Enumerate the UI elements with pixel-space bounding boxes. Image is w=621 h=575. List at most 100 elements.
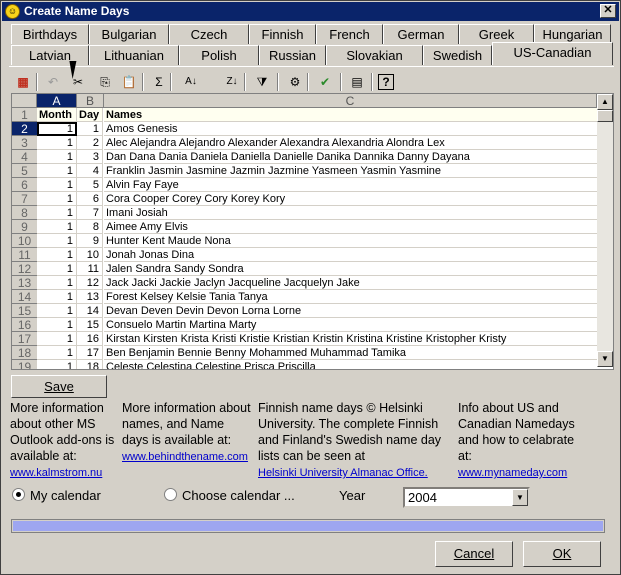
cell-names[interactable]: Imani Josiah [104,206,597,220]
row-number[interactable]: 7 [12,192,37,206]
spreadsheet-grid[interactable]: A B C 1 Month Day Names 2 1 1 Amos Genesis 3… [11,93,614,370]
column-header-c[interactable]: C [104,94,597,108]
tab-russian[interactable]: Russian [259,45,326,65]
tab-greek[interactable]: Greek [459,24,534,44]
radio-selected-icon[interactable] [12,488,25,501]
cell-names[interactable]: Devan Deven Devin Devon Lorna Lorne [104,304,597,318]
cell-day[interactable]: 18 [77,360,103,369]
tab-us-canadian[interactable]: US-Canadian [492,42,613,65]
kalmstrom-link[interactable]: www.kalmstrom.nu [10,467,102,479]
cell-day[interactable]: 17 [77,346,103,360]
cell-month[interactable]: 1 [37,248,77,262]
row-number[interactable]: 12 [12,262,37,276]
header-month[interactable]: Month [37,108,77,122]
cell-day[interactable]: 13 [77,290,103,304]
tab-french[interactable]: French [316,24,383,44]
cell-month[interactable]: 1 [37,150,77,164]
row-number[interactable]: 14 [12,290,37,304]
cell-names[interactable]: Dan Dana Dania Daniela Daniella Danielle… [104,150,597,164]
cell-day[interactable]: 3 [77,150,103,164]
cell-month[interactable]: 1 [37,206,77,220]
cell-day[interactable]: 11 [77,262,103,276]
row-number[interactable]: 13 [12,276,37,290]
row-number[interactable]: 4 [12,150,37,164]
radio-unselected-icon[interactable] [164,488,177,501]
row-number[interactable]: 19 [12,360,37,369]
cell-names[interactable]: Jalen Sandra Sandy Sondra [104,262,597,276]
cell-names[interactable]: Cora Cooper Corey Cory Korey Kory [104,192,597,206]
office-icon[interactable]: ▦ [13,72,33,92]
cell-month[interactable]: 1 [37,164,77,178]
tab-slovakian[interactable]: Slovakian [326,45,423,65]
cell-month[interactable]: 1 [37,290,77,304]
close-button[interactable]: ✕ [600,4,616,18]
row-number[interactable]: 1 [12,108,37,122]
cell-names[interactable]: Kirstan Kirsten Krista Kristi Kristie Kr… [104,332,597,346]
cell-day[interactable]: 9 [77,234,103,248]
scroll-down-icon[interactable]: ▼ [597,351,613,367]
cell-month[interactable]: 1 [37,318,77,332]
check-icon[interactable]: ✔ [315,72,335,92]
behindthename-link[interactable]: www.behindthename.com [122,451,248,463]
cell-day[interactable]: 2 [77,136,103,150]
sort-ascending-icon[interactable]: A↓ [177,72,205,92]
tab-latvian[interactable]: Latvian [11,45,89,65]
cell-day[interactable]: 6 [77,192,103,206]
title-bar[interactable]: ☺ Create Name Days ✕ [2,2,619,21]
row-number[interactable]: 18 [12,346,37,360]
cell-month[interactable]: 1 [37,192,77,206]
cell-names[interactable]: Amos Genesis [104,122,597,136]
cell-day[interactable]: 14 [77,304,103,318]
row-number[interactable]: 17 [12,332,37,346]
row-number[interactable]: 15 [12,304,37,318]
export-icon[interactable]: ▤ [347,72,367,92]
cell-month[interactable]: 1 [37,360,77,369]
properties-icon[interactable]: ⚙ [285,72,305,92]
cell-day[interactable]: 15 [77,318,103,332]
copy-icon[interactable]: ⎘ [95,72,115,92]
row-number[interactable]: 3 [12,136,37,150]
vertical-scrollbar[interactable]: ▲ ▼ [597,94,613,367]
sort-descending-icon[interactable]: Z↓ [218,72,246,92]
ok-button[interactable]: OK [523,541,601,567]
tab-birthdays[interactable]: Birthdays [11,24,89,44]
tab-czech[interactable]: Czech [169,24,249,44]
cell-day[interactable]: 12 [77,276,103,290]
header-names[interactable]: Names [104,108,597,122]
cell-day[interactable]: 8 [77,220,103,234]
row-number[interactable]: 16 [12,318,37,332]
cell-month[interactable]: 1 [37,136,77,150]
row-number[interactable]: 10 [12,234,37,248]
cell-names[interactable]: Alec Alejandra Alejandro Alexander Alexa… [104,136,597,150]
row-number[interactable]: 9 [12,220,37,234]
year-select[interactable]: 2004 ▼ [403,487,530,508]
header-day[interactable]: Day [77,108,103,122]
tab-lithuanian[interactable]: Lithuanian [89,45,179,65]
cell-month[interactable]: 1 [37,346,77,360]
autosum-icon[interactable]: Σ [149,72,169,92]
scroll-thumb[interactable] [597,110,613,122]
row-number[interactable]: 11 [12,248,37,262]
row-number[interactable]: 2 [12,122,37,136]
cell-day[interactable]: 1 [77,122,103,136]
tab-bulgarian[interactable]: Bulgarian [89,24,169,44]
cell-names[interactable]: Consuelo Martin Martina Marty [104,318,597,332]
cell-month[interactable]: 1 [37,304,77,318]
cell-month[interactable]: 1 [37,122,77,136]
cell-names[interactable]: Jonah Jonas Dina [104,248,597,262]
cell-day[interactable]: 5 [77,178,103,192]
tab-swedish[interactable]: Swedish [423,45,492,65]
column-header-a[interactable]: A [37,94,77,108]
radio-choose-calendar[interactable]: Choose calendar ... [164,488,295,503]
save-button[interactable]: Save [11,375,107,398]
mynameday-link[interactable]: www.mynameday.com [458,467,567,479]
cell-day[interactable]: 10 [77,248,103,262]
radio-my-calendar[interactable]: My calendar [12,488,101,503]
cell-day[interactable]: 7 [77,206,103,220]
tab-polish[interactable]: Polish [179,45,259,65]
tab-finnish[interactable]: Finnish [249,24,316,44]
column-header-b[interactable]: B [77,94,104,108]
paste-icon[interactable]: 📋 [119,72,139,92]
filter-icon[interactable]: ⧩ [252,72,272,92]
cell-names[interactable]: Hunter Kent Maude Nona [104,234,597,248]
